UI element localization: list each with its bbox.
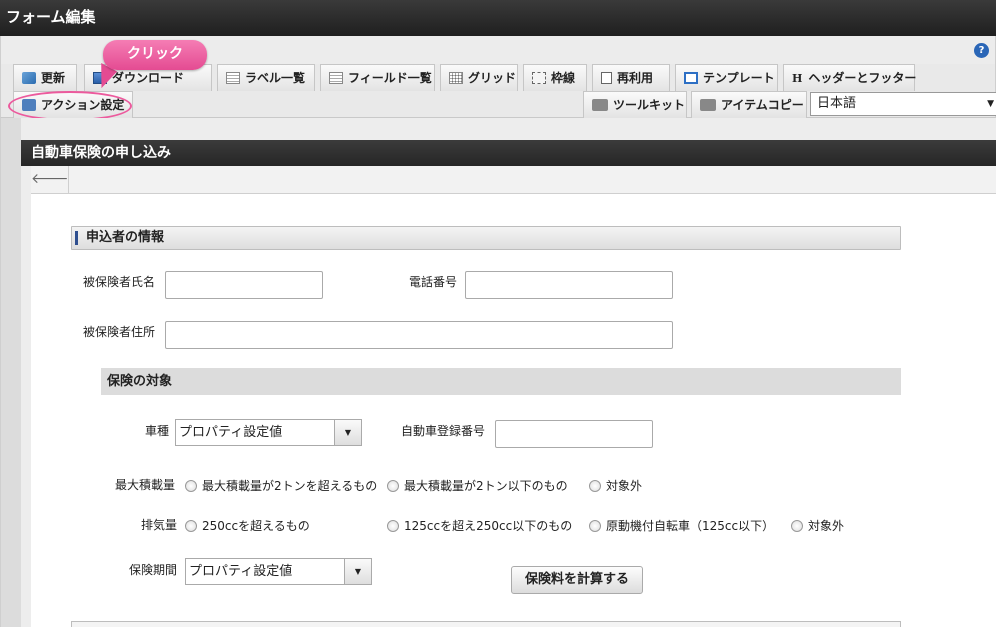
window-title: フォーム編集 (0, 0, 996, 36)
chevron-down-icon: ▼ (987, 99, 994, 109)
refresh-icon (22, 72, 36, 84)
next-section-edge (71, 621, 901, 627)
section-applicant: 申込者の情報 (71, 226, 901, 250)
address-field[interactable] (165, 321, 673, 349)
address-label: 被保険者住所 (83, 325, 156, 339)
insured-name-field[interactable] (165, 271, 323, 299)
chevron-down-icon[interactable]: ▼ (334, 420, 361, 445)
list-icon (329, 72, 343, 84)
chevron-down-icon[interactable]: ▼ (344, 559, 371, 584)
displacement-label: 排気量 (141, 518, 178, 532)
tab-item-copy[interactable]: アイテムコピー (691, 91, 807, 118)
grid-icon (449, 72, 463, 84)
left-gutter (0, 118, 21, 627)
tab-grid[interactable]: グリッド (440, 64, 518, 91)
frame-icon (532, 72, 546, 84)
registration-field[interactable] (495, 420, 653, 448)
language-select[interactable]: 日本語 ▼ (810, 92, 996, 116)
insured-name-label: 被保険者氏名 (83, 275, 156, 289)
back-arrow-icon[interactable]: 🡐 (31, 166, 69, 193)
header-footer-icon: H (792, 72, 803, 85)
form-subbar: 🡐 (31, 166, 996, 194)
help-icon[interactable]: ? (974, 43, 989, 58)
max-load-label: 最大積載量 (115, 478, 176, 492)
displacement-option-125-250[interactable]: 125ccを超え250cc以下のもの (387, 519, 572, 533)
main-area: 自動車保険の申し込み 🡐 申込者の情報 被保険者氏名 電話番号 被保険者住所 保… (21, 118, 996, 627)
template-icon (684, 72, 698, 84)
toolkit-icon (592, 99, 608, 111)
vehicle-type-label: 車種 (145, 424, 170, 438)
tab-label-list[interactable]: ラベル一覧 (217, 64, 315, 91)
tab-field-list[interactable]: フィールド一覧 (320, 64, 435, 91)
calculate-premium-button[interactable]: 保険料を計算する (511, 566, 643, 594)
tab-template[interactable]: テンプレート (675, 64, 778, 91)
section-accent (75, 231, 78, 245)
radio-button (185, 520, 197, 532)
phone-label: 電話番号 (409, 275, 458, 289)
tab-reuse[interactable]: 再利用 (592, 64, 670, 91)
radio-button (589, 520, 601, 532)
displacement-option-na[interactable]: 対象外 (791, 519, 844, 533)
reuse-icon (601, 72, 612, 84)
radio-button (387, 520, 399, 532)
registration-label: 自動車登録番号 (401, 424, 486, 438)
tab-refresh[interactable]: 更新 (13, 64, 77, 91)
section-coverage: 保険の対象 (101, 368, 901, 395)
period-select[interactable]: プロパティ設定値 ▼ (185, 558, 372, 585)
tab-header-footer[interactable]: H ヘッダーとフッター (783, 64, 916, 91)
radio-button (185, 480, 197, 492)
toolkit-icon (700, 99, 716, 111)
displacement-option-over250[interactable]: 250ccを超えるもの (185, 519, 310, 533)
max-load-option-under2t[interactable]: 最大積載量が2トン以下のもの (387, 479, 568, 493)
radio-button (387, 480, 399, 492)
max-load-option-over2t[interactable]: 最大積載量が2トンを超えるもの (185, 479, 377, 493)
phone-field[interactable] (465, 271, 673, 299)
form-canvas: 申込者の情報 被保険者氏名 電話番号 被保険者住所 保険の対象 車種 プロパティ… (31, 194, 996, 627)
highlight-ring (8, 91, 132, 121)
tab-toolkit[interactable]: ツールキット (583, 91, 687, 118)
radio-button (589, 480, 601, 492)
form-title: 自動車保険の申し込み (21, 140, 996, 166)
period-label: 保険期間 (129, 563, 178, 577)
max-load-option-na[interactable]: 対象外 (589, 479, 642, 493)
radio-button (791, 520, 803, 532)
vehicle-type-select[interactable]: プロパティ設定値 ▼ (175, 419, 362, 446)
displacement-option-moped[interactable]: 原動機付自転車（125cc以下） (589, 519, 774, 533)
toolbar: 更新 ダウンロード ラベル一覧 フィールド一覧 グリッド 枠線 再利用 テンプレ… (0, 64, 996, 118)
list-icon (226, 72, 240, 84)
click-callout: クリック (103, 40, 207, 70)
tab-frame[interactable]: 枠線 (523, 64, 587, 91)
